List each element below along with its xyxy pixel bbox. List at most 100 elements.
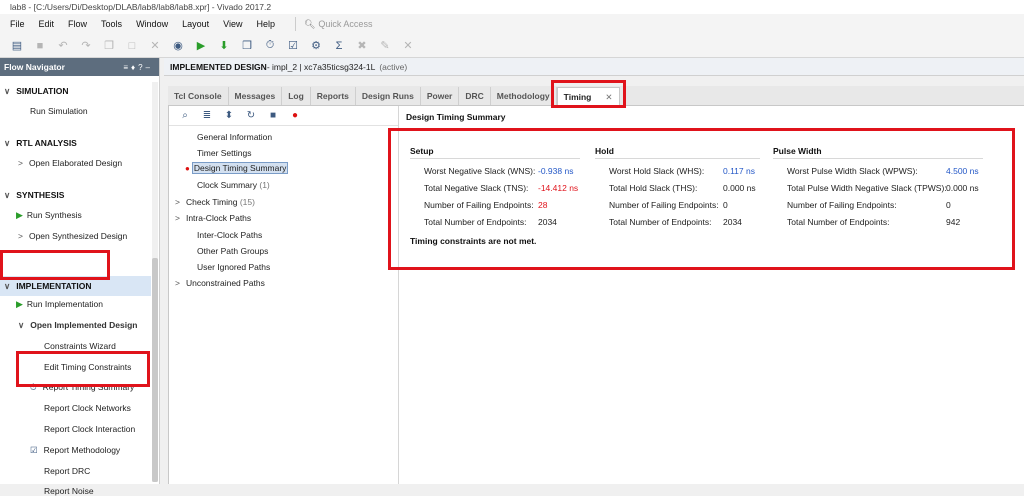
report-clock-interaction-link[interactable]: Report Clock Interaction [44, 424, 135, 434]
open-implemented-design-link[interactable]: ∨ Open Implemented Design [18, 320, 137, 331]
section-simulation[interactable]: ∨ SIMULATION [4, 86, 69, 97]
design-header: IMPLEMENTED DESIGN - impl_2 | xc7a35tics… [164, 58, 1024, 76]
chevron-down-icon: ∨ [4, 138, 11, 148]
section-synthesis[interactable]: ∨ SYNTHESIS [4, 190, 64, 201]
save-icon[interactable]: ■ [31, 37, 49, 55]
tab-messages[interactable]: Messages [229, 87, 283, 105]
chevron-down-icon: ∨ [4, 190, 11, 200]
panel-controls-icon[interactable]: ≡♦?– [123, 63, 153, 72]
chevron-right-icon: > [175, 213, 180, 223]
paste-icon[interactable]: □ [123, 37, 141, 55]
tree-other-path-groups[interactable]: Other Path Groups [197, 246, 268, 256]
tab-power[interactable]: Power [421, 87, 460, 105]
search-icon: 🔍︎ [303, 18, 316, 29]
tree-intra-clock-paths[interactable]: > Intra-Clock Paths [175, 213, 251, 223]
expand-all-icon[interactable]: ⬍ [221, 110, 237, 121]
binoculars-icon[interactable]: ◉ [169, 37, 187, 55]
main-toolbar: ▤ ■ ↶ ↷ ❐ □ ✕ ◉ ▶ ⬇ ❒ ⏱ ☑ ⚙ Σ ✖ ✎ ✕ [0, 34, 1024, 58]
tree-unconstrained-paths[interactable]: > Unconstrained Paths [175, 278, 265, 288]
chevron-right-icon: > [175, 197, 180, 207]
schematic-icon[interactable]: ❒ [238, 37, 256, 55]
tab-drc[interactable]: DRC [459, 87, 491, 105]
play-icon: ▶ [16, 210, 23, 220]
menu-help[interactable]: Help [256, 19, 275, 29]
annotation-box-timing-tab [551, 80, 626, 108]
tree-toolbar: ⌕ ≣ ⬍ ↻ ■ ● [169, 106, 398, 126]
tree-user-ignored-paths[interactable]: User Ignored Paths [197, 262, 270, 272]
tab-log[interactable]: Log [282, 87, 311, 105]
tree-timer-settings[interactable]: Timer Settings [197, 148, 251, 158]
flow-navigator-header: Flow Navigator ≡♦?– [0, 58, 159, 76]
tree-general-information[interactable]: General Information [197, 132, 272, 142]
menu-flow[interactable]: Flow [68, 19, 87, 29]
design-status: (active) [379, 61, 408, 72]
report-icon[interactable]: ☑ [284, 37, 302, 55]
section-implementation[interactable]: ∨ IMPLEMENTATION [4, 281, 91, 292]
quick-access-placeholder: Quick Access [318, 19, 373, 29]
tab-tcl-console[interactable]: Tcl Console [168, 87, 229, 105]
chevron-down-icon: ∨ [4, 281, 11, 291]
menu-edit[interactable]: Edit [39, 19, 55, 29]
tools-icon[interactable]: ✖ [353, 37, 371, 55]
section-rtl-analysis[interactable]: ∨ RTL ANALYSIS [4, 138, 77, 149]
constraints-wizard-link[interactable]: Constraints Wizard [44, 341, 116, 351]
program-icon[interactable]: ⬇ [215, 37, 233, 55]
delete-icon[interactable]: ✕ [146, 37, 164, 55]
run-implementation-link[interactable]: ▶ Run Implementation [16, 299, 103, 310]
report-clock-networks-link[interactable]: Report Clock Networks [44, 403, 131, 413]
redo-icon[interactable]: ↷ [77, 37, 95, 55]
chevron-right-icon: > [18, 231, 23, 241]
sigma-icon[interactable]: Σ [330, 37, 348, 55]
quick-access-search[interactable]: 🔍︎ Quick Access [294, 17, 373, 31]
design-title: IMPLEMENTED DESIGN [170, 61, 267, 72]
menu-layout[interactable]: Layout [182, 19, 209, 29]
menu-file[interactable]: File [10, 19, 25, 29]
summary-title: Design Timing Summary [406, 112, 506, 122]
error-icon: ● [185, 164, 190, 173]
chevron-right-icon: > [175, 278, 180, 288]
clipboard-icon: ☑ [30, 445, 38, 455]
menu-view[interactable]: View [223, 19, 242, 29]
pencil-icon[interactable]: ✎ [376, 37, 394, 55]
tree-check-timing[interactable]: > Check Timing (15) [175, 197, 255, 207]
chevron-down-icon: ∨ [18, 320, 25, 330]
tree-design-timing-summary[interactable]: ● Design Timing Summary [185, 162, 289, 174]
cancel-icon[interactable]: ✕ [399, 37, 417, 55]
menu-window[interactable]: Window [136, 19, 168, 29]
copy-icon[interactable]: ❐ [100, 37, 118, 55]
play-icon: ▶ [16, 299, 23, 309]
menu-tools[interactable]: Tools [101, 19, 122, 29]
gear-icon[interactable]: ⚙ [307, 37, 325, 55]
run-synthesis-link[interactable]: ▶ Run Synthesis [16, 210, 82, 221]
window-title: lab8 - [C:/Users/Di/Desktop/DLAB/lab8/la… [0, 0, 1024, 14]
design-detail: - impl_2 | xc7a35ticsg324-1L [266, 61, 376, 72]
error-icon[interactable]: ● [287, 110, 303, 121]
flow-navigator-title: Flow Navigator [4, 62, 65, 72]
open-folder-icon[interactable]: ▤ [8, 37, 26, 55]
collapse-all-icon[interactable]: ≣ [199, 110, 215, 121]
report-drc-link[interactable]: Report DRC [44, 466, 90, 476]
open-elaborated-design-link[interactable]: > Open Elaborated Design [18, 158, 122, 168]
tab-methodology[interactable]: Methodology [491, 87, 557, 105]
run-simulation-link[interactable]: Run Simulation [30, 106, 88, 116]
menu-bar: File Edit Flow Tools Window Layout View … [0, 14, 1024, 34]
undo-icon[interactable]: ↶ [54, 37, 72, 55]
tab-design-runs[interactable]: Design Runs [356, 87, 421, 105]
report-methodology-link[interactable]: ☑ Report Methodology [30, 445, 120, 456]
report-noise-link[interactable]: Report Noise [44, 486, 94, 496]
run-icon[interactable]: ▶ [192, 37, 210, 55]
timer-icon[interactable]: ⏱ [261, 37, 279, 55]
scrollbar-thumb[interactable] [152, 258, 158, 482]
open-synthesized-design-link[interactable]: > Open Synthesized Design [18, 231, 127, 241]
refresh-icon[interactable]: ↻ [243, 110, 259, 121]
tab-reports[interactable]: Reports [311, 87, 356, 105]
chevron-right-icon: > [18, 158, 23, 168]
save-icon[interactable]: ■ [265, 110, 281, 121]
search-icon[interactable]: ⌕ [177, 110, 193, 121]
tree-clock-summary[interactable]: Clock Summary (1) [197, 180, 270, 190]
annotation-box-summary [388, 128, 1015, 270]
tree-inter-clock-paths[interactable]: Inter-Clock Paths [197, 230, 262, 240]
timing-tree: ⌕ ≣ ⬍ ↻ ■ ● General Information Timer Se… [169, 106, 399, 484]
annotation-box-implementation [0, 250, 110, 280]
chevron-down-icon: ∨ [4, 86, 11, 96]
